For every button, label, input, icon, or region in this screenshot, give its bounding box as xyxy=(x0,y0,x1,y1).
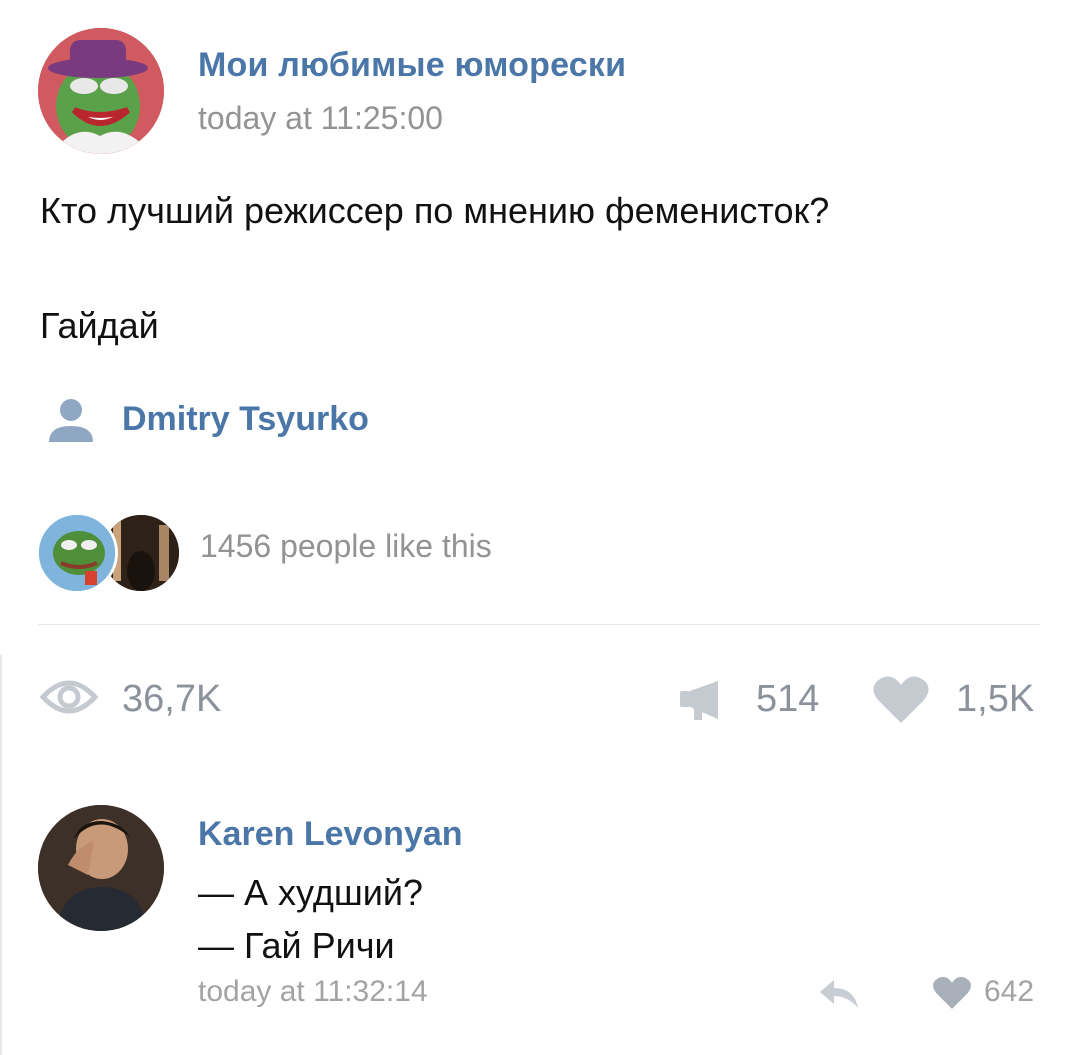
likers-avatars[interactable] xyxy=(36,512,182,594)
panel-edge xyxy=(0,655,2,1055)
post-time[interactable]: today at 11:25:00 xyxy=(198,100,443,137)
post-text-line: Гайдай xyxy=(40,305,159,346)
views-count: 36,7K xyxy=(122,678,222,720)
eye-icon xyxy=(39,675,99,724)
shares-count[interactable]: 514 xyxy=(756,678,819,721)
likes-count[interactable]: 1,5K xyxy=(956,678,1034,721)
divider xyxy=(38,624,1040,625)
comment-text-line: — Гай Ричи xyxy=(198,925,395,966)
user-icon xyxy=(48,398,94,444)
liker-avatar[interactable] xyxy=(36,512,118,594)
likes-summary[interactable]: 1456 people like this xyxy=(200,528,492,565)
heart-icon[interactable] xyxy=(872,675,930,730)
comment-author-avatar[interactable] xyxy=(38,805,164,931)
comment-text-line: — А худший? xyxy=(198,872,423,913)
heart-icon[interactable] xyxy=(932,975,972,1016)
comment-time[interactable]: today at 11:32:14 xyxy=(198,975,428,1009)
post-text-line: Кто лучший режиссер по мнению феменисток… xyxy=(40,190,830,231)
post-author-link[interactable]: Dmitry Tsyurko xyxy=(122,400,369,439)
reply-icon[interactable] xyxy=(818,978,860,1015)
comment-likes-count[interactable]: 642 xyxy=(984,975,1034,1009)
comment-author-name[interactable]: Karen Levonyan xyxy=(198,815,463,854)
group-name[interactable]: Мои любимые юморески xyxy=(198,46,626,85)
group-avatar[interactable] xyxy=(38,28,164,154)
megaphone-icon[interactable] xyxy=(678,679,726,726)
